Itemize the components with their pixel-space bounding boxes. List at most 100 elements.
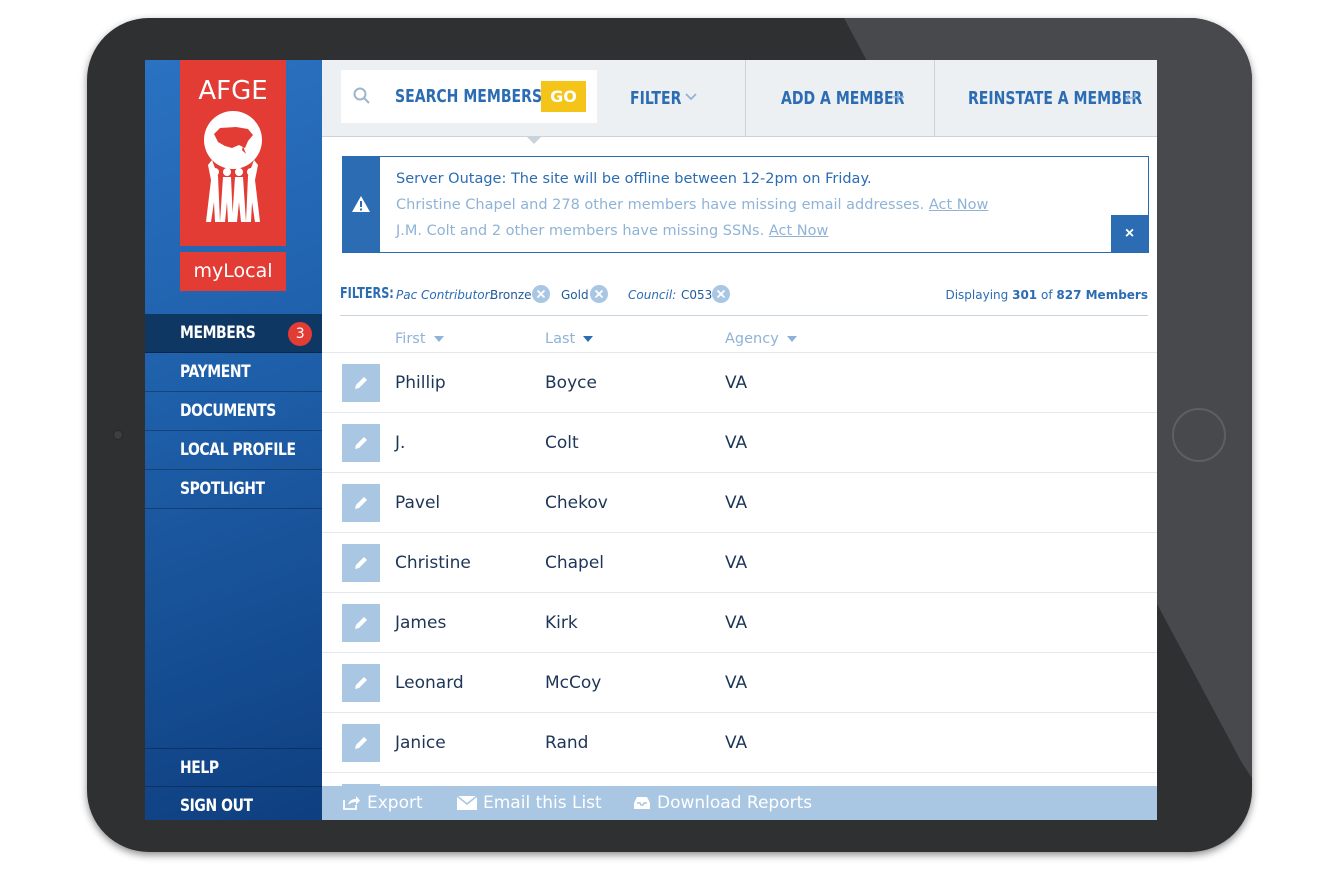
table-row[interactable]: Janice Rand VA — [322, 713, 1157, 773]
search-icon — [353, 87, 370, 104]
sidebar: AFGE myLocal MEMBERS 3 PAYMENT DOCUMENTS… — [145, 60, 322, 820]
displaying-of: of — [1040, 288, 1053, 302]
search-input[interactable]: SEARCH MEMBERS GO — [341, 70, 597, 123]
table-row[interactable]: Pavel Chekov VA — [322, 473, 1157, 533]
search-placeholder: SEARCH MEMBERS — [395, 86, 543, 107]
displaying-count: Displaying 301 of 827 Members — [945, 288, 1148, 302]
go-button[interactable]: GO — [541, 81, 586, 112]
alert-sidebar — [343, 157, 380, 252]
table-row[interactable]: J. Colt VA — [322, 413, 1157, 473]
pencil-icon — [355, 497, 367, 509]
top-toolbar: SEARCH MEMBERS GO FILTER ADD A MEMBER RE… — [322, 60, 1157, 144]
camera-dot — [113, 430, 123, 440]
filters-label: FILTERS: — [340, 284, 394, 302]
pencil-icon — [355, 677, 367, 689]
sidebar-item-sign-out[interactable]: SIGN OUT — [145, 787, 322, 820]
remove-filter-icon[interactable] — [590, 285, 608, 303]
pencil-icon — [355, 377, 367, 389]
sidebar-item-label: SIGN OUT — [180, 796, 253, 816]
cell-agency: VA — [725, 553, 748, 573]
edit-button[interactable] — [342, 424, 380, 462]
mylocal-label: myLocal — [180, 252, 286, 291]
column-header-label: Last — [545, 331, 576, 347]
sort-caret-icon — [583, 336, 594, 342]
table-row[interactable]: James Kirk VA — [322, 593, 1157, 653]
sort-caret-icon — [786, 336, 797, 342]
sidebar-item-label: LOCAL PROFILE — [180, 440, 296, 460]
displaying-total: 827 Members — [1056, 288, 1148, 302]
sidebar-item-payment[interactable]: PAYMENT — [145, 353, 322, 392]
export-label: Export — [367, 793, 423, 813]
filter-label: FILTER — [630, 88, 682, 109]
column-header-first[interactable]: First — [395, 331, 444, 347]
edit-button[interactable] — [342, 664, 380, 702]
pencil-icon — [355, 737, 367, 749]
download-reports-button[interactable]: Download Reports — [633, 786, 812, 820]
table-row[interactable]: Christine Chapel VA — [322, 533, 1157, 593]
reinstate-member-label: REINSTATE A MEMBER — [968, 88, 1143, 109]
sidebar-item-label: MEMBERS — [180, 323, 256, 343]
cell-first: James — [395, 613, 447, 633]
column-header-label: First — [395, 331, 426, 347]
alert-banner: Server Outage: The site will be offline … — [342, 156, 1149, 253]
footer-actions-bar: Export Email this List Download Reports — [322, 786, 1157, 820]
email-list-button[interactable]: Email this List — [456, 786, 602, 820]
cell-first: Janice — [395, 733, 446, 753]
search-pointer — [526, 136, 542, 144]
afge-logo[interactable]: AFGE — [180, 60, 286, 246]
sort-caret-icon — [433, 336, 444, 342]
column-header-agency[interactable]: Agency — [725, 331, 797, 347]
cell-last: Colt — [545, 433, 579, 453]
cell-first: Christine — [395, 553, 471, 573]
add-member-button[interactable]: ADD A MEMBER — [781, 60, 939, 137]
edit-button[interactable] — [342, 484, 380, 522]
cell-first: J. — [395, 433, 406, 453]
export-button[interactable]: Export — [343, 786, 423, 820]
sidebar-item-spotlight[interactable]: SPOTLIGHT — [145, 470, 322, 509]
divider — [934, 60, 935, 137]
filter-chip-gold: Gold — [561, 288, 589, 302]
close-button[interactable]: × — [1111, 215, 1148, 252]
cell-last: Rand — [545, 733, 589, 753]
globe-people-icon — [204, 111, 262, 222]
remove-filter-icon[interactable] — [712, 285, 730, 303]
home-button[interactable] — [1172, 408, 1226, 462]
sidebar-item-label: HELP — [180, 758, 219, 778]
table-row[interactable]: Leonard McCoy VA — [322, 653, 1157, 713]
sidebar-item-members[interactable]: MEMBERS 3 — [145, 314, 322, 353]
edit-button[interactable] — [342, 724, 380, 762]
table-row[interactable]: Phillip Boyce VA — [322, 353, 1157, 413]
share-icon — [343, 796, 360, 810]
inbox-download-icon — [634, 797, 650, 809]
sidebar-item-help[interactable]: HELP — [145, 748, 322, 787]
filter-key-pac: Pac Contributor: — [396, 288, 494, 302]
active-filters-bar: FILTERS: Pac Contributor: Bronze Gold Co… — [340, 282, 1148, 316]
sidebar-item-label: PAYMENT — [180, 362, 251, 382]
cell-first: Phillip — [395, 373, 446, 393]
edit-button[interactable] — [342, 364, 380, 402]
add-member-label: ADD A MEMBER — [781, 88, 905, 109]
sidebar-item-label: SPOTLIGHT — [180, 479, 265, 499]
alert-missing-email: Christine Chapel and 278 other members h… — [396, 197, 988, 213]
cell-agency: VA — [725, 733, 748, 753]
act-now-link[interactable]: Act Now — [929, 197, 989, 213]
cell-agency: VA — [725, 493, 748, 513]
cell-first: Leonard — [395, 673, 464, 693]
logo-title: AFGE — [198, 76, 268, 106]
alert-missing-ssn-text: J.M. Colt and 2 other members have missi… — [396, 223, 765, 239]
sidebar-item-local-profile[interactable]: LOCAL PROFILE — [145, 431, 322, 470]
edit-button[interactable] — [342, 544, 380, 582]
act-now-link[interactable]: Act Now — [769, 223, 829, 239]
remove-filter-icon[interactable] — [532, 285, 550, 303]
cell-last: Boyce — [545, 373, 597, 393]
column-header-last[interactable]: Last — [545, 331, 594, 347]
app-screen: AFGE myLocal MEMBERS 3 PAYMENT DOCUMENTS… — [145, 60, 1157, 820]
edit-button[interactable] — [342, 604, 380, 642]
return-arrow-icon — [1124, 92, 1136, 102]
displaying-shown: 301 — [1012, 288, 1038, 302]
chevron-down-icon — [685, 93, 697, 101]
alert-missing-ssn: J.M. Colt and 2 other members have missi… — [396, 223, 828, 239]
sidebar-item-documents[interactable]: DOCUMENTS — [145, 392, 322, 431]
cell-last: Chapel — [545, 553, 605, 573]
cell-last: Chekov — [545, 493, 608, 513]
